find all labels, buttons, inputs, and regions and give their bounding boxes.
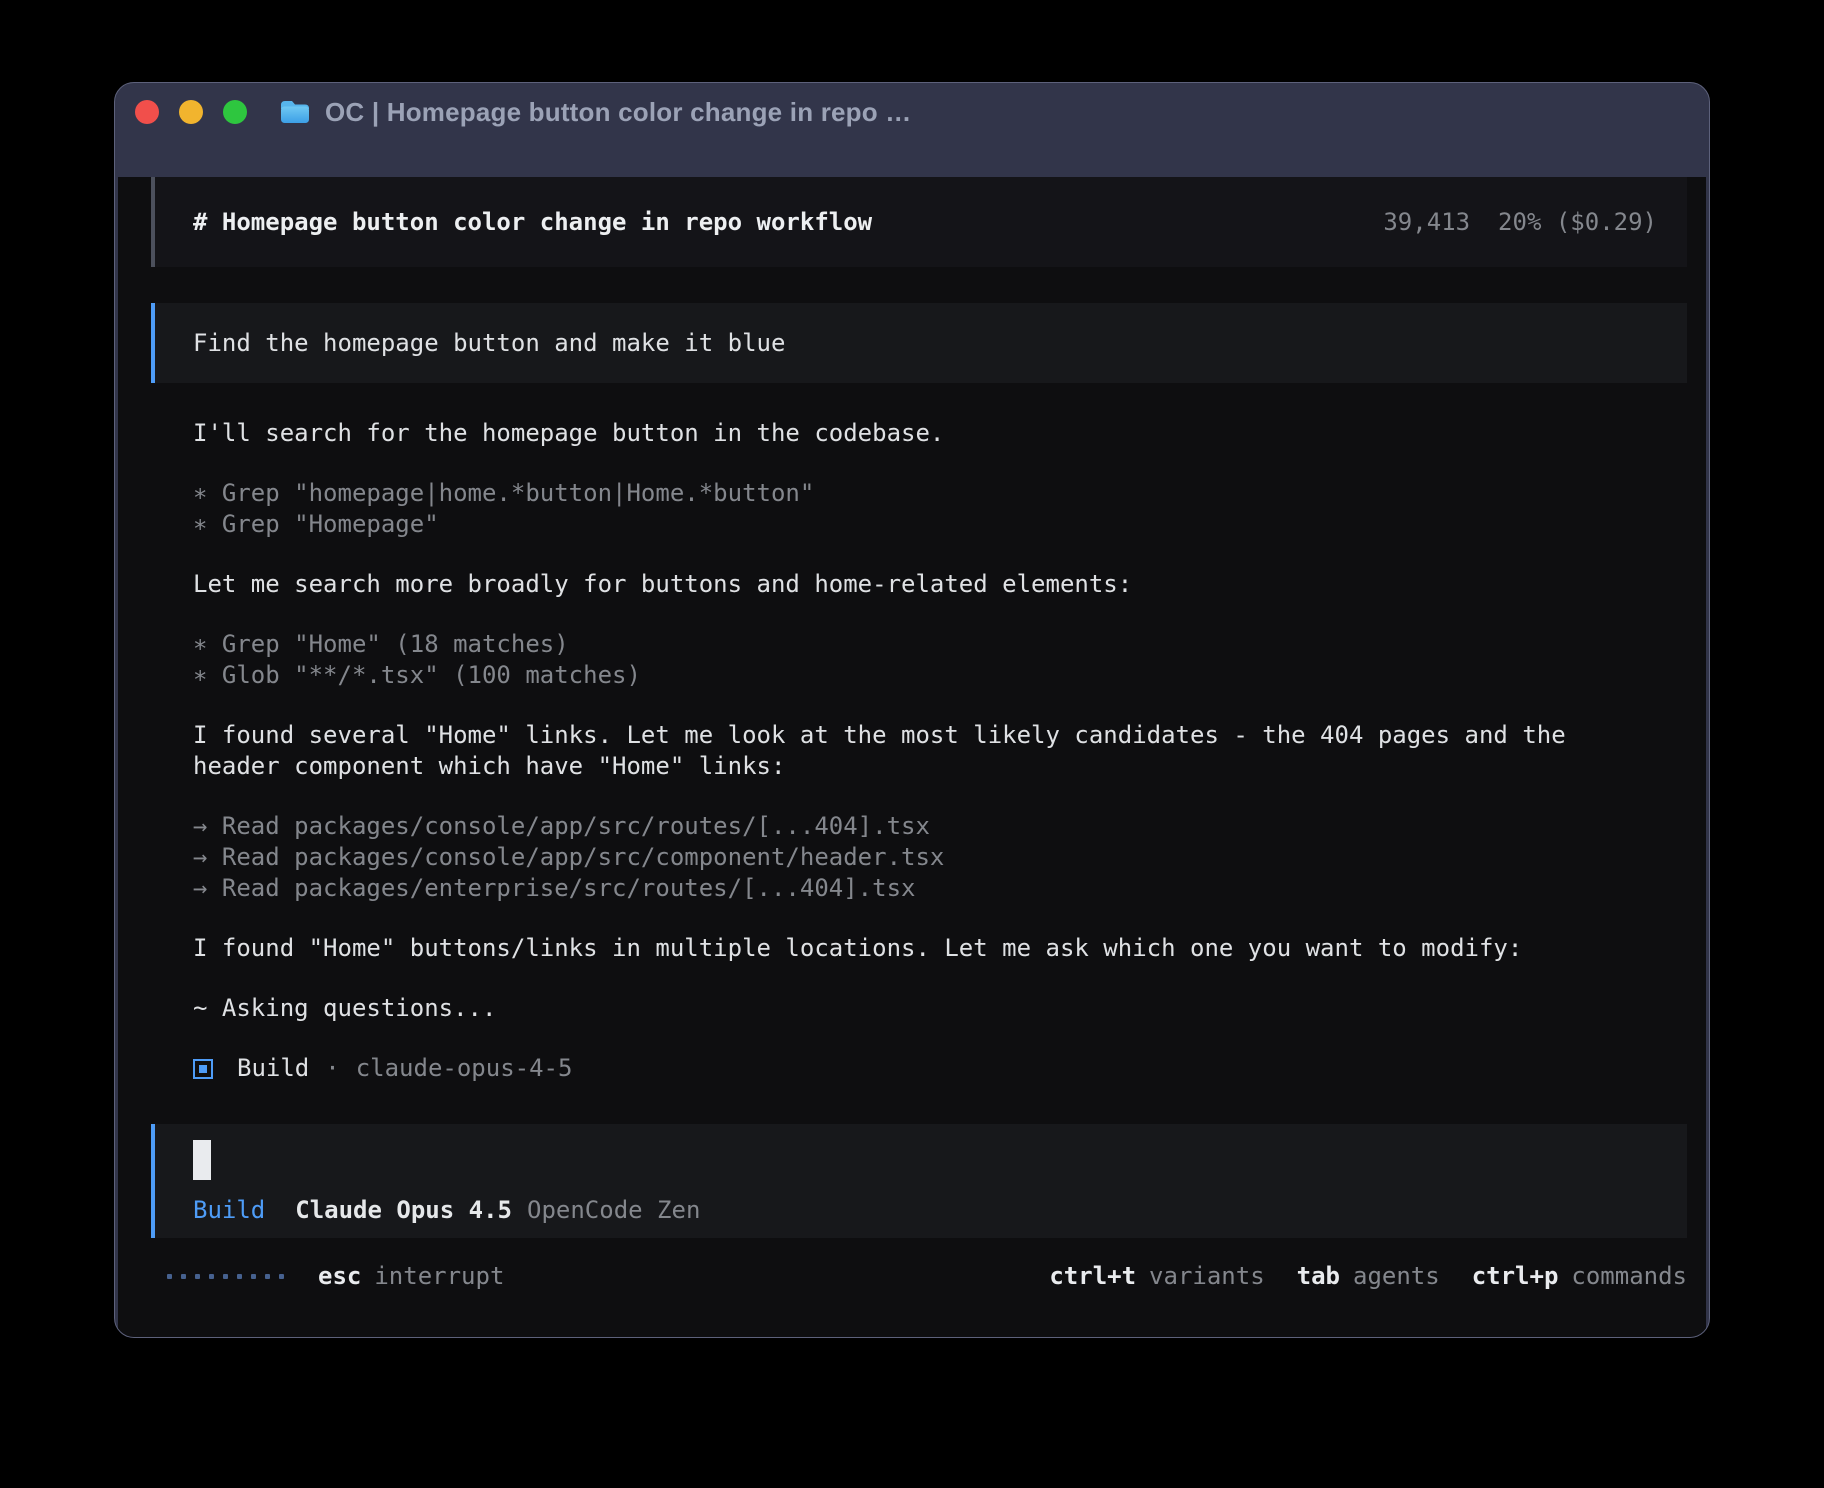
assistant-paragraph: I found several "Home" links. Let me loo… <box>193 720 1687 782</box>
tool-call-group: ∗ Grep "homepage|home.*button|Home.*butt… <box>193 478 1687 540</box>
model-label[interactable]: Claude Opus 4.5 <box>295 1196 512 1224</box>
status-bar-left: esc interrupt <box>151 1262 504 1290</box>
user-message: Find the homepage button and make it blu… <box>151 303 1687 383</box>
input-status-row: Build Claude Opus 4.5 OpenCode Zen <box>193 1196 1687 1224</box>
status-asking-text: ~ Asking questions... <box>193 993 1687 1024</box>
ctrl-t-label: variants <box>1149 1262 1265 1290</box>
esc-interrupt-hint: esc interrupt <box>318 1262 504 1290</box>
assistant-text: header component which have "Home" links… <box>193 751 1687 782</box>
tool-call-read: → Read packages/enterprise/src/routes/[.… <box>193 873 1687 904</box>
zoom-button[interactable] <box>223 100 247 124</box>
window-title: OC | Homepage button color change in rep… <box>325 97 911 128</box>
assistant-text: I'll search for the homepage button in t… <box>193 418 1687 449</box>
status-bar: esc interrupt ctrl+t variants tab agents… <box>151 1254 1687 1298</box>
terminal-window: OC | Homepage button color change in rep… <box>114 82 1710 1338</box>
context-usage: 20% ($0.29) <box>1498 208 1657 236</box>
session-header: # Homepage button color change in repo w… <box>151 177 1687 267</box>
tool-call-read: → Read packages/console/app/src/routes/[… <box>193 811 1687 842</box>
assistant-text: Let me search more broadly for buttons a… <box>193 569 1687 600</box>
tool-call-read: → Read packages/console/app/src/componen… <box>193 842 1687 873</box>
progress-spinner <box>167 1274 284 1279</box>
ctrl-p-key: ctrl+p <box>1472 1262 1559 1290</box>
tool-call-group: ∗ Grep "Home" (18 matches) ∗ Glob "**/*.… <box>193 629 1687 691</box>
token-count: 39,413 <box>1383 208 1470 236</box>
assistant-paragraph: I'll search for the homepage button in t… <box>193 418 1687 449</box>
close-button[interactable] <box>135 100 159 124</box>
agent-name: Build <box>237 1053 309 1084</box>
tool-call-grep: ∗ Grep "homepage|home.*button|Home.*butt… <box>193 478 1687 509</box>
variants-hint: ctrl+t variants <box>1049 1262 1264 1290</box>
tool-call-grep: ∗ Grep "Home" (18 matches) <box>193 629 1687 660</box>
ctrl-p-label: commands <box>1571 1262 1687 1290</box>
terminal-content: # Homepage button color change in repo w… <box>118 177 1706 1338</box>
session-meta: 39,413 20% ($0.29) <box>1383 208 1657 236</box>
ctrl-t-key: ctrl+t <box>1049 1262 1136 1290</box>
assistant-text: I found several "Home" links. Let me loo… <box>193 720 1687 751</box>
assistant-paragraph: Let me search more broadly for buttons a… <box>193 569 1687 600</box>
agent-mode-label[interactable]: Build <box>193 1196 265 1224</box>
status-asking: ~ Asking questions... <box>193 993 1687 1024</box>
tool-call-group: → Read packages/console/app/src/routes/[… <box>193 811 1687 904</box>
conversation: I'll search for the homepage button in t… <box>151 418 1687 1084</box>
agent-status-row: Build · claude-opus-4-5 <box>193 1053 1687 1084</box>
agents-hint: tab agents <box>1297 1262 1440 1290</box>
tool-call-glob: ∗ Glob "**/*.tsx" (100 matches) <box>193 660 1687 691</box>
tab-label: agents <box>1353 1262 1440 1290</box>
minimize-button[interactable] <box>179 100 203 124</box>
esc-key-label: interrupt <box>374 1262 504 1290</box>
assistant-paragraph: I found "Home" buttons/links in multiple… <box>193 933 1687 964</box>
build-agent-icon <box>193 1059 213 1079</box>
esc-key: esc <box>318 1262 361 1290</box>
folder-icon <box>279 99 311 125</box>
separator-dot: · <box>325 1053 339 1084</box>
user-message-text: Find the homepage button and make it blu… <box>193 329 785 357</box>
status-bar-right: ctrl+t variants tab agents ctrl+p comman… <box>1049 1262 1687 1290</box>
agent-model-name: claude-opus-4-5 <box>356 1053 573 1084</box>
tab-key: tab <box>1297 1262 1340 1290</box>
provider-label: OpenCode Zen <box>527 1196 700 1224</box>
tool-call-grep: ∗ Grep "Homepage" <box>193 509 1687 540</box>
titlebar: OC | Homepage button color change in rep… <box>115 83 1709 141</box>
session-title: # Homepage button color change in repo w… <box>193 208 872 236</box>
assistant-text: I found "Home" buttons/links in multiple… <box>193 933 1687 964</box>
text-cursor <box>193 1140 211 1180</box>
commands-hint: ctrl+p commands <box>1472 1262 1687 1290</box>
prompt-input[interactable]: Build Claude Opus 4.5 OpenCode Zen <box>151 1124 1687 1238</box>
